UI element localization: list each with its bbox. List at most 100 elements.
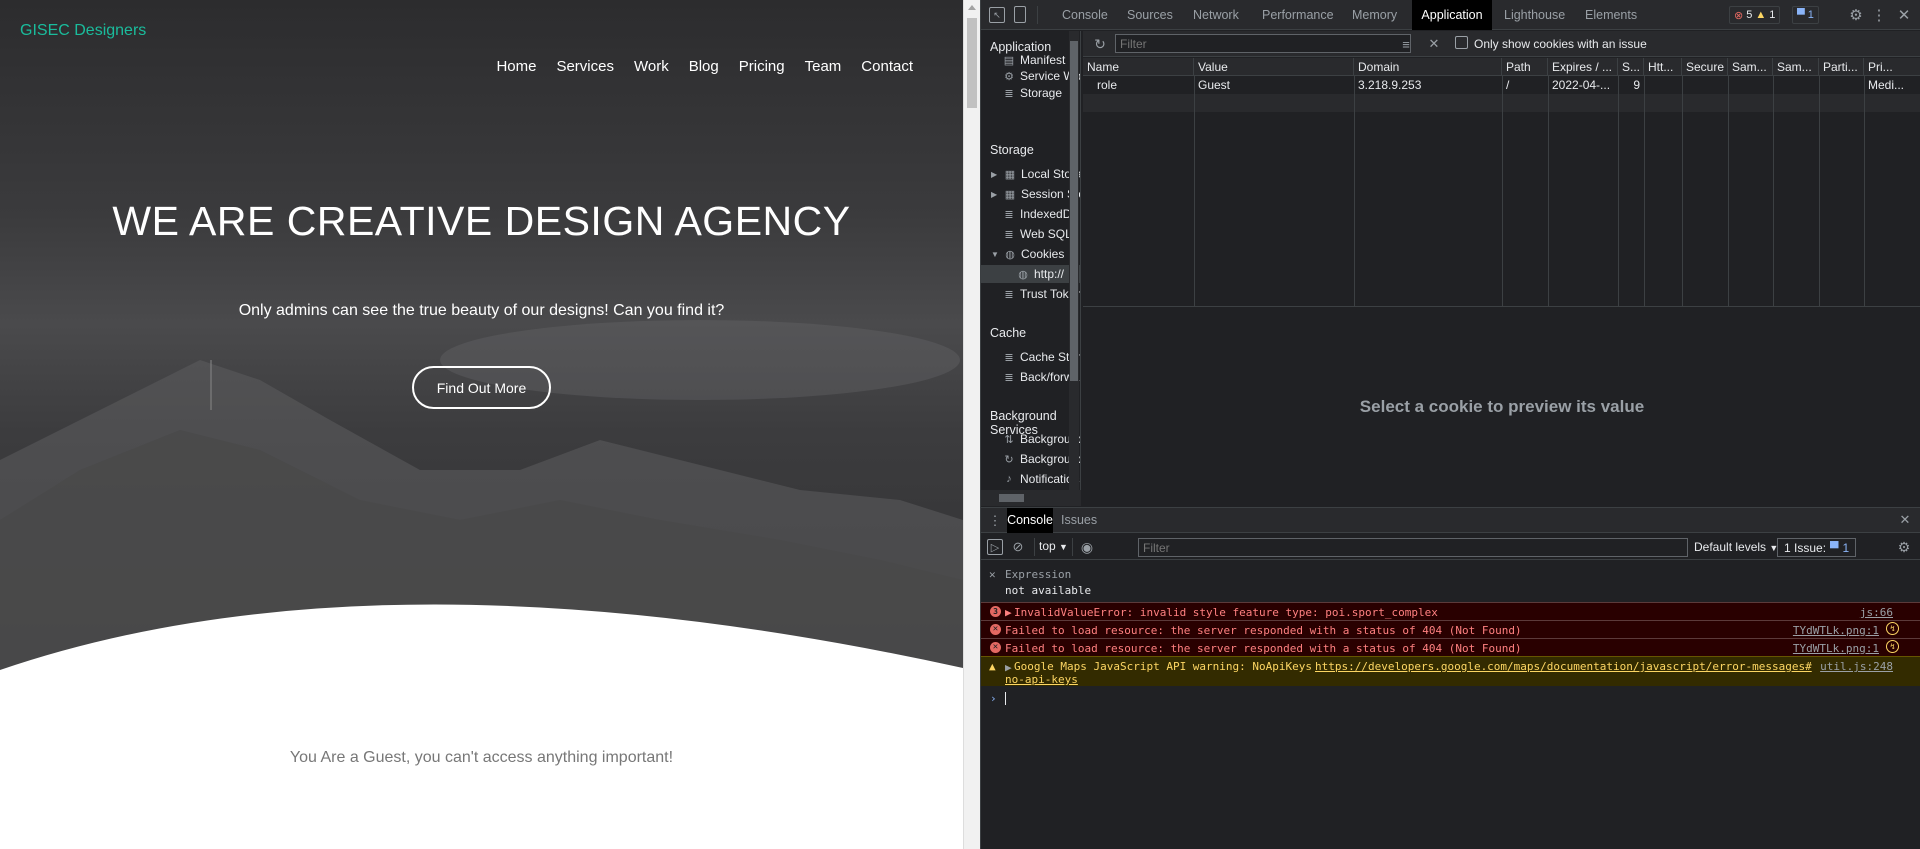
clear-console-icon[interactable]: ⊘ <box>1010 539 1026 555</box>
scrollbar-thumb[interactable] <box>1070 41 1078 381</box>
column-header-samesite[interactable]: Sam... <box>1728 58 1773 76</box>
scrollbar-thumb[interactable] <box>999 494 1024 502</box>
devtools-toolbar: ↖ Console Sources Network Performance Me… <box>981 0 1920 30</box>
tab-sources[interactable]: Sources <box>1127 0 1173 30</box>
live-expression-label[interactable]: Expression <box>1005 568 1071 581</box>
column-divider <box>1682 76 1683 307</box>
console-error-message[interactable]: ✕ Failed to load resource: the server re… <box>981 638 1920 656</box>
source-link[interactable]: TYdWTLk.png:1 <box>1793 624 1879 637</box>
warning-doc-link-anchor[interactable]: no-api-keys <box>1005 673 1078 686</box>
device-toolbar-icon[interactable] <box>1014 6 1026 23</box>
warning-icon: ▲ <box>989 660 996 673</box>
console-input-caret[interactable] <box>1005 692 1006 705</box>
cookie-value-cell[interactable]: Guest <box>1194 76 1354 94</box>
cookie-secure-cell[interactable] <box>1682 76 1728 94</box>
sidebar-toggle-icon[interactable]: ▷ <box>987 539 1003 555</box>
column-header-sameparty[interactable]: Sam... <box>1773 58 1819 76</box>
tab-elements[interactable]: Elements <box>1585 0 1637 30</box>
tab-network[interactable]: Network <box>1193 0 1239 30</box>
sidebar-horizontal-scrollbar[interactable] <box>981 490 1081 506</box>
sidebar-item-storage[interactable]: ≣ Storage <box>1003 84 1062 102</box>
cookie-priority-cell[interactable]: Medi... <box>1864 76 1920 94</box>
console-settings-gear-icon[interactable]: ⚙ <box>1895 538 1913 556</box>
cookies-table: Name Value Domain Path Expires / ... S..… <box>1083 58 1920 307</box>
sidebar-item-indexeddb[interactable]: ≣ IndexedDB <box>1003 205 1079 223</box>
scroll-up-arrow[interactable] <box>968 5 976 10</box>
only-issues-checkbox[interactable] <box>1455 36 1468 49</box>
column-header-partition[interactable]: Parti... <box>1819 58 1864 76</box>
source-link[interactable]: js:66 <box>1860 606 1893 619</box>
more-options-icon[interactable]: ⋮ <box>1870 6 1888 24</box>
column-header-size[interactable]: S... <box>1618 58 1644 76</box>
column-header-priority[interactable]: Pri... <box>1864 58 1920 76</box>
tab-application[interactable]: Application <box>1412 0 1492 30</box>
context-selector[interactable]: top ▼ <box>1039 539 1068 553</box>
column-header-value[interactable]: Value <box>1194 58 1354 76</box>
cookie-filter-input[interactable] <box>1115 34 1411 53</box>
expand-arrow-icon[interactable]: ▶ <box>991 170 999 179</box>
cookie-partition-cell[interactable] <box>1819 76 1864 94</box>
sidebar-item-cookies[interactable]: ▼ ◍ Cookies <box>991 245 1064 263</box>
remove-expression-icon[interactable]: ✕ <box>989 568 996 581</box>
cookie-path-cell[interactable]: / <box>1502 76 1548 94</box>
close-drawer-icon[interactable]: ✕ <box>1897 512 1913 528</box>
sidebar-item-cookie-origin[interactable]: ◍ http:// <box>981 265 1080 283</box>
cookie-expires-cell[interactable]: 2022-04-... <box>1548 76 1618 94</box>
refresh-icon[interactable]: ↻ <box>1091 35 1109 53</box>
column-header-domain[interactable]: Domain <box>1354 58 1502 76</box>
warning-doc-link[interactable]: https://developers.google.com/maps/docum… <box>1315 660 1812 673</box>
drawer-tabs: ⋮ Console Issues ✕ <box>981 508 1920 533</box>
error-text: Failed to load resource: the server resp… <box>1005 624 1522 637</box>
cookie-size-cell[interactable]: 9 <box>1618 76 1644 94</box>
tab-console[interactable]: Console <box>1062 0 1108 30</box>
grid-icon: ▦ <box>1004 188 1016 201</box>
cookie-domain-cell[interactable]: 3.218.9.253 <box>1354 76 1502 94</box>
drawer-tab-console[interactable]: Console <box>1007 508 1053 533</box>
live-expression-eye-icon[interactable]: ◉ <box>1078 538 1096 556</box>
sidebar-item-label: Storage <box>1020 86 1063 100</box>
drawer-tab-issues[interactable]: Issues <box>1061 508 1097 533</box>
messages-badge[interactable]: ▀ 1 <box>1792 6 1819 24</box>
settings-gear-icon[interactable]: ⚙ <box>1847 6 1865 24</box>
source-link[interactable]: TYdWTLk.png:1 <box>1793 642 1879 655</box>
sidebar-vertical-scrollbar[interactable] <box>1069 31 1079 493</box>
sidebar-item-web-sql[interactable]: ≣ Web SQL <box>1003 225 1071 243</box>
network-request-icon[interactable]: ↯ <box>1886 622 1899 635</box>
clear-filtered-cookies-icon[interactable]: ≡ <box>1397 35 1415 53</box>
collapse-arrow-icon[interactable]: ▼ <box>991 250 999 259</box>
database-icon: ≣ <box>1004 351 1014 364</box>
console-warning-message[interactable]: ▲ ▶ Google Maps JavaScript API warning: … <box>981 656 1920 686</box>
issue-counts-badge[interactable]: ⊗ 5 ▲ 1 <box>1729 6 1781 24</box>
tab-lighthouse[interactable]: Lighthouse <box>1504 0 1565 30</box>
network-request-icon[interactable]: ↯ <box>1886 640 1899 653</box>
column-header-name[interactable]: Name <box>1083 58 1194 76</box>
database-icon: ≣ <box>1004 228 1014 241</box>
drawer-menu-icon[interactable]: ⋮ <box>989 512 1002 529</box>
cookie-icon: ◍ <box>1005 248 1015 261</box>
expand-arrow-icon[interactable]: ▶ <box>1005 606 1012 619</box>
console-error-message[interactable]: ✕ Failed to load resource: the server re… <box>981 620 1920 638</box>
column-header-expires[interactable]: Expires / ... <box>1548 58 1618 76</box>
console-error-message[interactable]: 3 ▶ InvalidValueError: invalid style fea… <box>981 602 1920 620</box>
column-divider <box>1618 76 1619 307</box>
cookie-sameparty-cell[interactable] <box>1773 76 1819 94</box>
column-header-path[interactable]: Path <box>1502 58 1548 76</box>
page-scrollbar[interactable] <box>963 0 980 849</box>
issues-count-button[interactable]: 1 Issue: ▀ 1 <box>1777 538 1857 557</box>
tab-memory[interactable]: Memory <box>1352 0 1397 30</box>
delete-selected-icon[interactable]: ✕ <box>1425 35 1443 53</box>
tab-performance[interactable]: Performance <box>1262 0 1334 30</box>
close-devtools-icon[interactable]: ✕ <box>1895 6 1913 24</box>
log-levels-dropdown[interactable]: Default levels ▼ <box>1694 540 1778 554</box>
cookie-name-cell[interactable]: role <box>1083 76 1194 94</box>
cookie-httponly-cell[interactable] <box>1644 76 1682 94</box>
source-link[interactable]: util.js:248 <box>1820 660 1893 673</box>
scrollbar-thumb[interactable] <box>967 18 977 108</box>
inspect-element-icon[interactable]: ↖ <box>989 7 1005 23</box>
expand-arrow-icon[interactable]: ▶ <box>991 190 999 199</box>
column-header-secure[interactable]: Secure <box>1682 58 1728 76</box>
console-filter-input[interactable] <box>1138 538 1688 557</box>
error-text: InvalidValueError: invalid style feature… <box>1014 606 1438 619</box>
cookie-samesite-cell[interactable] <box>1728 76 1773 94</box>
column-header-httponly[interactable]: Htt... <box>1644 58 1682 76</box>
